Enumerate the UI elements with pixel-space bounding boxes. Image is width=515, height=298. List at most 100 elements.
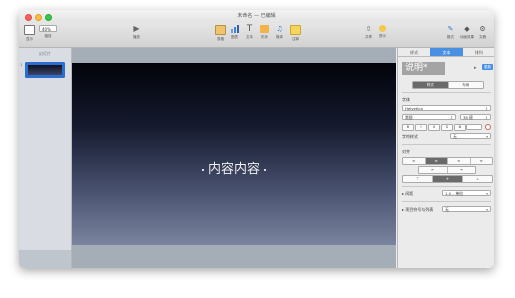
document-button[interactable]: ⚙ 文稿 bbox=[478, 25, 487, 40]
zoom-control[interactable]: 40% 缩放 bbox=[39, 25, 57, 39]
tips-button[interactable]: 提示 bbox=[379, 25, 386, 39]
align-center-icon[interactable]: ≡ bbox=[425, 158, 448, 164]
play-label: 播放 bbox=[133, 35, 140, 39]
view-button[interactable]: 显示 bbox=[24, 25, 35, 42]
font-size-field[interactable]: 36 磅 ⇕ bbox=[460, 114, 491, 120]
shape-button[interactable]: 形状 bbox=[260, 25, 269, 40]
media-icon: ♫ bbox=[276, 25, 283, 33]
char-style-select[interactable]: 无 ▾ bbox=[450, 133, 491, 139]
spacing-select[interactable]: 1.0 – 单倍 ▾ bbox=[442, 190, 491, 196]
slide-text-box[interactable]: 内容内容 bbox=[72, 158, 396, 177]
slide[interactable]: 内容内容 bbox=[72, 63, 396, 245]
indent-icon[interactable]: ⇥ bbox=[448, 167, 476, 173]
zoom-dropdown[interactable]: 40% bbox=[39, 25, 57, 32]
horizontal-align-segment: ≡ ≡ ≡ ≡ bbox=[402, 157, 493, 165]
play-button[interactable]: ▶ 播放 bbox=[132, 25, 141, 40]
animate-button[interactable]: ◆ 动画效果 bbox=[460, 25, 474, 40]
align-top-icon[interactable]: ⊤ bbox=[403, 176, 433, 182]
lightbulb-icon bbox=[379, 25, 386, 32]
segment-style[interactable]: 样式 bbox=[413, 82, 449, 88]
chevron-down-icon: ▾ bbox=[486, 191, 488, 196]
text-icon: T bbox=[246, 24, 253, 34]
stepper-icon: ⇕ bbox=[484, 115, 488, 120]
chart-label: 图表 bbox=[231, 35, 238, 39]
share-icon: ⇧ bbox=[365, 25, 372, 33]
stepper-icon: ⇕ bbox=[449, 115, 453, 120]
font-style-value: 常规 bbox=[405, 115, 413, 120]
spacing-label: 间距 bbox=[405, 191, 414, 196]
chart-button[interactable]: 图表 bbox=[230, 25, 239, 40]
zoom-label: 缩放 bbox=[44, 34, 52, 38]
strikethrough-button[interactable]: S bbox=[441, 124, 453, 131]
tips-label: 提示 bbox=[379, 34, 386, 38]
comment-button[interactable]: 注释 bbox=[290, 25, 301, 42]
keynote-window: 未命名 — 已编辑 显示 40% 缩放 ▶ 播放 表格 图表 T 文本 形状 ♫… bbox=[19, 10, 494, 268]
share-button[interactable]: ⇧ 共享 bbox=[364, 25, 373, 40]
comment-label: 注释 bbox=[292, 37, 299, 41]
diamond-icon: ◆ bbox=[464, 25, 470, 33]
chevron-down-icon: ▾ bbox=[486, 134, 488, 139]
font-style-select[interactable]: 常规 ⇕ bbox=[402, 114, 456, 120]
chevron-right-icon[interactable]: ▸ bbox=[474, 65, 477, 71]
slide-text[interactable]: 内容内容 bbox=[208, 162, 260, 177]
color-wheel-icon[interactable] bbox=[485, 124, 491, 130]
play-icon: ▶ bbox=[133, 24, 140, 33]
table-button[interactable]: 表格 bbox=[215, 25, 226, 42]
divider bbox=[402, 201, 491, 202]
slide-canvas: 内容内容 bbox=[72, 48, 396, 268]
paintbrush-icon: ✎ bbox=[447, 25, 454, 33]
sidebar-icon bbox=[24, 25, 35, 35]
font-family-select[interactable]: Helvetica ⇕ bbox=[402, 105, 491, 111]
toolbar: 显示 40% 缩放 ▶ 播放 表格 图表 T 文本 形状 ♫ 媒体 注释 ⇧ 共… bbox=[19, 23, 494, 48]
paragraph-style-preview[interactable]: 说明* bbox=[402, 62, 445, 75]
underline-button[interactable]: U bbox=[428, 124, 440, 131]
tab-style[interactable]: 样式 bbox=[398, 48, 431, 57]
text-label: 文本 bbox=[246, 35, 253, 39]
selection-handle-left[interactable] bbox=[201, 168, 204, 171]
title-bar: 未命名 — 已编辑 bbox=[19, 10, 494, 23]
divider bbox=[402, 92, 491, 93]
view-label: 显示 bbox=[26, 37, 33, 41]
bold-button[interactable]: B bbox=[402, 124, 414, 131]
bullets-label: 项目符号与列表 bbox=[405, 207, 434, 212]
format-label: 格式 bbox=[447, 35, 454, 39]
bullets-disclosure[interactable]: ▸ 项目符号与列表 bbox=[402, 207, 433, 213]
spacing-value: 1.0 – 单倍 bbox=[445, 191, 463, 196]
selection-handle-right[interactable] bbox=[264, 168, 266, 171]
segment-layout[interactable]: 布局 bbox=[449, 82, 484, 88]
char-style-label: 字符样式 bbox=[402, 134, 418, 139]
font-family-value: Helvetica bbox=[405, 106, 423, 111]
font-section-label: 字体 bbox=[402, 97, 410, 102]
slide-thumbnail-preview bbox=[28, 65, 62, 75]
update-style-button[interactable]: 更新 bbox=[482, 64, 493, 70]
align-middle-icon[interactable]: ✛ bbox=[433, 176, 463, 182]
text-button[interactable]: T 文本 bbox=[245, 25, 254, 40]
gear-icon: ⚙ bbox=[479, 25, 486, 33]
bullets-value: 无 bbox=[445, 207, 449, 212]
chevron-down-icon: ▾ bbox=[486, 207, 488, 212]
text-color-well[interactable] bbox=[466, 124, 482, 130]
divider bbox=[402, 144, 491, 145]
navigator-footer bbox=[19, 250, 71, 268]
media-label: 媒体 bbox=[276, 35, 283, 39]
table-label: 表格 bbox=[217, 37, 224, 41]
bullets-select[interactable]: 无 ▾ bbox=[442, 206, 491, 212]
animate-label: 动画效果 bbox=[460, 35, 474, 39]
spacing-disclosure[interactable]: ▸ 间距 bbox=[402, 191, 413, 197]
tab-arrange[interactable]: 排列 bbox=[462, 48, 494, 57]
tab-text[interactable]: 文本 bbox=[430, 48, 463, 57]
outdent-icon[interactable]: ⇤ bbox=[419, 167, 448, 173]
media-button[interactable]: ♫ 媒体 bbox=[275, 25, 284, 40]
align-justify-icon[interactable]: ≡ bbox=[471, 158, 493, 164]
slide-thumbnail[interactable] bbox=[25, 62, 65, 78]
share-label: 共享 bbox=[365, 35, 372, 39]
alignment-label: 对齐 bbox=[402, 149, 410, 154]
align-left-icon[interactable]: ≡ bbox=[403, 158, 426, 164]
italic-button[interactable]: I bbox=[415, 124, 427, 131]
align-right-icon[interactable]: ≡ bbox=[448, 158, 471, 164]
text-options-button[interactable]: ⚙ bbox=[454, 124, 466, 131]
slide-navigator: 幻灯片 1 bbox=[19, 48, 72, 268]
style-layout-segment: 样式 布局 bbox=[412, 81, 484, 89]
align-bottom-icon[interactable]: ⊥ bbox=[463, 176, 492, 182]
format-button[interactable]: ✎ 格式 bbox=[446, 25, 455, 40]
